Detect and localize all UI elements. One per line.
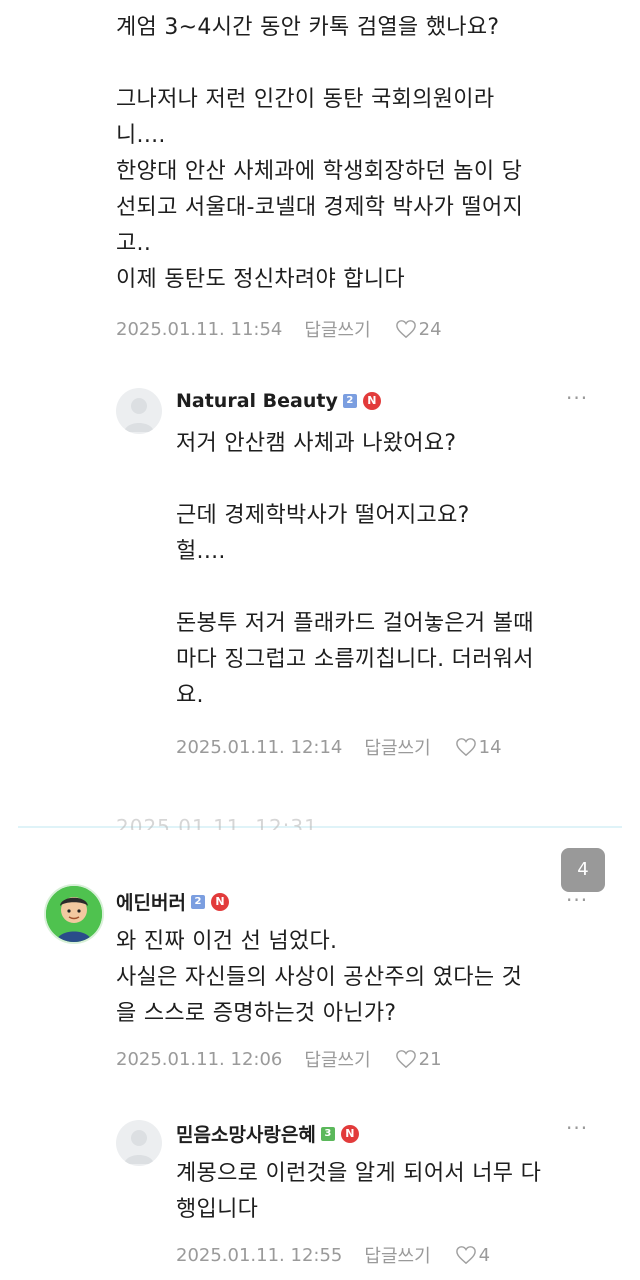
author-name: 믿음소망사랑은혜: [176, 1124, 316, 1146]
comment-line: 을 스스로 증명하는것 아닌가?: [116, 1001, 397, 1026]
comment-line: 근데 경제학박사가 떨어지고요?: [176, 503, 470, 528]
like-count: 21: [418, 1048, 442, 1070]
comment-1-text: 계엄 3~4시간 동안 카톡 검열을 했나요? 그나저나 저런 인간이 동탄 국…: [116, 10, 616, 298]
grade-icon: 2: [190, 894, 205, 909]
heart-icon: [395, 1050, 416, 1069]
reply-button[interactable]: 답글쓰기: [304, 316, 370, 342]
comment-date: 2025.01.11. 11:54: [116, 318, 283, 340]
author-name: 에딘버러: [116, 892, 186, 914]
new-badge-icon: N: [210, 892, 229, 911]
heart-icon: [455, 738, 476, 757]
comment-line: 마다 징그럽고 소름끼칩니다. 더러워서: [176, 647, 534, 672]
reply-1-text: 저거 안산캠 사체과 나왔어요? 근데 경제학박사가 떨어지고요? 헐.... …: [176, 426, 616, 714]
reply-button[interactable]: 답글쓰기: [364, 1242, 430, 1268]
author-name: Natural Beauty: [176, 390, 338, 412]
reply-button[interactable]: 답글쓰기: [304, 1046, 370, 1072]
like-button[interactable]: 24: [395, 319, 442, 340]
reply-author[interactable]: Natural Beauty 2 N: [176, 390, 381, 412]
comment-line: 선되고 서울대-코넬대 경제학 박사가 떨어지: [116, 195, 524, 220]
comment-2-text: 와 진짜 이건 선 넘었다. 사실은 자신들의 사상이 공산주의 였다는 것 을…: [116, 924, 616, 1032]
default-avatar-icon: [124, 1130, 154, 1164]
page-number-badge: 4: [561, 848, 605, 892]
comment-line: 행입니다: [176, 1197, 259, 1222]
comment-meta: 2025.01.11. 12:55 답글쓰기 4: [176, 1242, 490, 1268]
comment-line: 계몽으로 이런것을 알게 되어서 너무 다: [176, 1161, 542, 1186]
comment-line: 저거 안산캠 사체과 나왔어요?: [176, 431, 457, 456]
comment-line: 그나저나 저런 인간이 동탄 국회의원이라: [116, 87, 495, 112]
comment-date: 2025.01.11. 12:55: [176, 1244, 343, 1266]
comment-line: 니....: [116, 123, 166, 148]
comment-line: 돈봉투 저거 플래카드 걸어놓은거 볼때: [176, 611, 534, 636]
like-button[interactable]: 14: [455, 737, 502, 758]
heart-icon: [455, 1246, 476, 1265]
comment-line: [176, 570, 616, 606]
more-options-icon[interactable]: ···: [566, 888, 588, 912]
avatar[interactable]: [44, 884, 104, 944]
grade-icon: 2: [342, 394, 357, 408]
comment-date: 2025.01.11. 12:06: [116, 1048, 283, 1070]
new-badge-icon: N: [340, 1124, 359, 1143]
reply-button[interactable]: 답글쓰기: [364, 734, 430, 760]
avatar[interactable]: [116, 388, 162, 434]
like-count: 14: [478, 736, 502, 758]
comment-line: [176, 462, 616, 498]
heart-icon: [395, 320, 416, 339]
comment-line: 사실은 자신들의 사상이 공산주의 였다는 것: [116, 965, 523, 990]
comment-date: 2025.01.11. 12:14: [176, 736, 343, 758]
like-count: 24: [418, 318, 442, 340]
comment-line: 이제 동탄도 정신차려야 합니다: [116, 267, 405, 292]
comment-line: 와 진짜 이건 선 넘었다.: [116, 929, 338, 954]
screenshot-divider: [18, 826, 622, 828]
comment-line: 요.: [176, 683, 204, 708]
comment-line: 헐....: [176, 539, 226, 564]
comment-meta: 2025.01.11. 12:14 답글쓰기 14: [176, 734, 502, 760]
profile-photo-icon: [46, 886, 102, 942]
comment-author[interactable]: 에딘버러 2 N: [116, 888, 229, 915]
comment-line: 고..: [116, 231, 152, 256]
more-options-icon[interactable]: ···: [566, 1116, 588, 1140]
more-options-icon[interactable]: ···: [566, 386, 588, 410]
new-badge-icon: N: [362, 392, 381, 410]
like-button[interactable]: 4: [455, 1245, 490, 1266]
like-count: 4: [478, 1244, 491, 1266]
comment-line: 한양대 안산 사체과에 학생회장하던 놈이 당: [116, 159, 523, 184]
comment-meta: 2025.01.11. 12:06 답글쓰기 21: [116, 1046, 442, 1072]
comment-meta: 2025.01.11. 11:54 답글쓰기 24: [116, 316, 442, 342]
cut-off-timestamp: 2025.01.11. 12:31: [116, 815, 318, 830]
grade-icon: 3: [320, 1126, 335, 1141]
reply-2-text: 계몽으로 이런것을 알게 되어서 너무 다 행입니다: [176, 1156, 616, 1228]
default-avatar-icon: [124, 398, 154, 432]
comment-line: 계엄 3~4시간 동안 카톡 검열을 했나요?: [116, 15, 500, 40]
reply-author[interactable]: 믿음소망사랑은혜 3 N: [176, 1120, 359, 1147]
avatar[interactable]: [116, 1120, 162, 1166]
comment-line: [116, 46, 616, 82]
like-button[interactable]: 21: [395, 1049, 442, 1070]
